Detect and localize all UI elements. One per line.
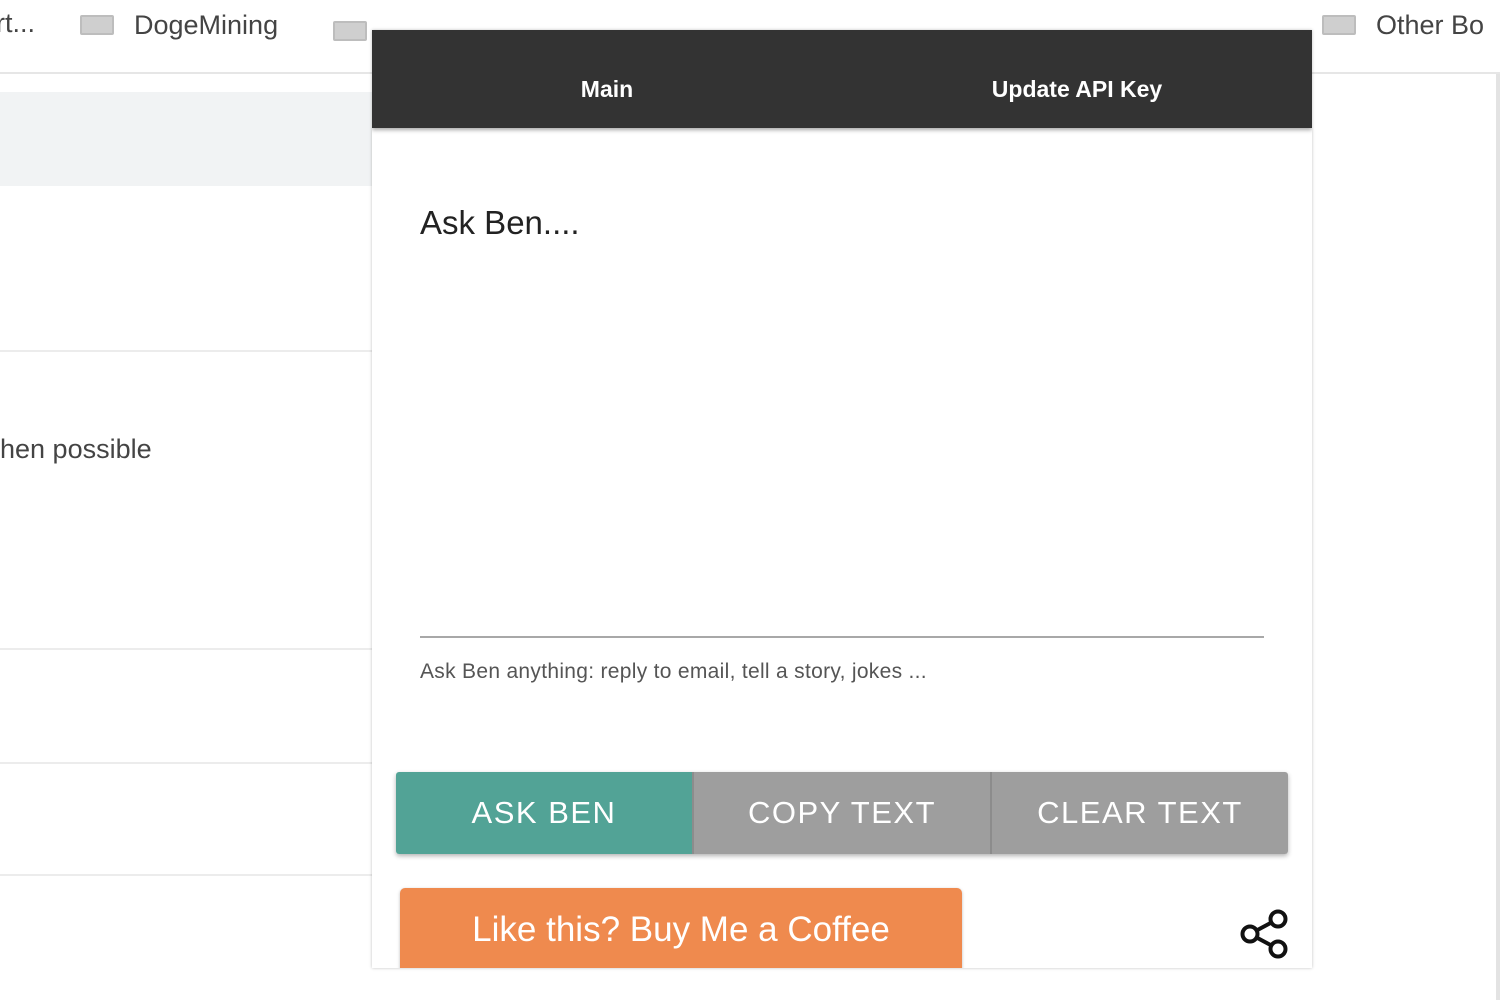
prompt-input[interactable] [420, 188, 1264, 636]
screen: rt... DogeMining Other Bo hen possible M… [0, 0, 1500, 1000]
background-page: hen possible [0, 74, 372, 1000]
tab-bar: Main Update API Key [372, 30, 1312, 128]
copy-text-button[interactable]: COPY TEXT [692, 772, 990, 854]
background-divider [0, 648, 372, 650]
folder-icon [333, 21, 367, 41]
bookmark-label: DogeMining [134, 9, 279, 40]
scrollbar-track[interactable] [1496, 74, 1500, 1000]
background-divider [0, 874, 372, 876]
tab-update-api-key[interactable]: Update API Key [842, 30, 1312, 128]
bookmark-item-other[interactable]: Other Bo [1322, 8, 1484, 42]
folder-icon [80, 15, 114, 35]
action-button-group: ASK BEN COPY TEXT CLEAR TEXT [396, 772, 1288, 854]
bookmark-item[interactable]: rt... [0, 6, 35, 40]
background-shaded-row [0, 92, 372, 186]
buy-me-a-coffee-button[interactable]: Like this? Buy Me a Coffee [400, 888, 962, 968]
prompt-helper-text: Ask Ben anything: reply to email, tell a… [420, 660, 927, 683]
ask-ben-button[interactable]: ASK BEN [396, 772, 692, 854]
background-right [1314, 74, 1500, 1000]
background-text: hen possible [0, 434, 152, 464]
share-icon[interactable] [1238, 908, 1290, 960]
bookmark-label: rt... [0, 7, 35, 38]
bookmark-label: Other Bo [1376, 9, 1485, 40]
background-divider [0, 350, 372, 352]
background-divider [0, 762, 372, 764]
prompt-field [420, 188, 1264, 638]
tab-main[interactable]: Main [372, 30, 842, 128]
clear-text-button[interactable]: CLEAR TEXT [990, 772, 1288, 854]
bookmark-item[interactable]: DogeMining [80, 8, 278, 42]
extension-popup: Main Update API Key Ask Ben anything: re… [372, 30, 1312, 968]
folder-icon [1322, 15, 1356, 35]
